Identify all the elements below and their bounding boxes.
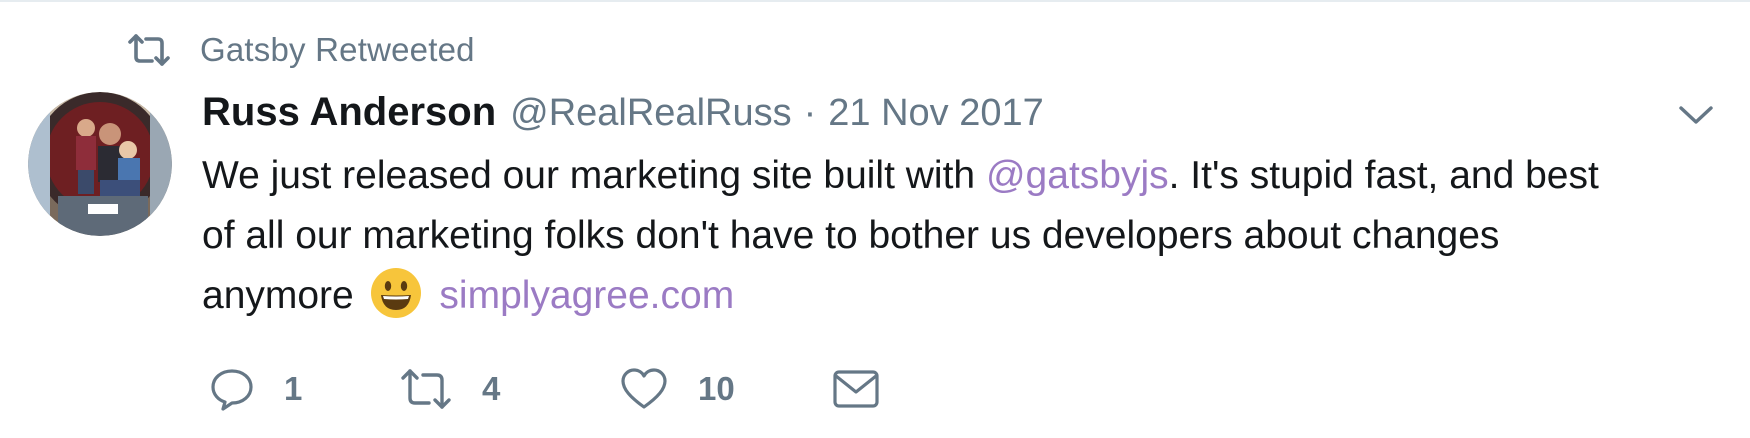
tweet-text-line: of all our marketing folks don't have to… xyxy=(202,214,1500,257)
chevron-down-icon[interactable] xyxy=(1676,100,1716,130)
retweeted-by-label[interactable]: Gatsby Retweeted xyxy=(200,31,475,69)
reply-count: 1 xyxy=(284,370,303,407)
mention-link[interactable]: @gatsbyjs xyxy=(986,154,1169,197)
reply-icon xyxy=(210,367,254,411)
separator: · xyxy=(803,92,817,134)
tweet-header: Russ Anderson @RealRealRuss · 21 Nov 201… xyxy=(202,90,1044,140)
author-username[interactable]: @RealRealRuss xyxy=(510,92,791,135)
retweet-icon xyxy=(128,33,170,67)
tweet-text-line: We just released our marketing site buil… xyxy=(202,146,1722,206)
reply-button[interactable]: 1 xyxy=(210,362,302,416)
like-count: 10 xyxy=(698,370,735,407)
retweet-count: 4 xyxy=(482,370,501,407)
heart-icon xyxy=(620,367,668,411)
author-fullname[interactable]: Russ Anderson xyxy=(202,90,496,135)
avatar[interactable] xyxy=(28,92,172,236)
tweet[interactable]: Gatsby Retweeted Russ Anderson @RealReal… xyxy=(0,0,1750,438)
tweet-text-segment: . It's stupid fast, and best xyxy=(1168,154,1599,197)
like-button[interactable]: 10 xyxy=(620,362,735,416)
direct-message-button[interactable] xyxy=(832,362,880,416)
envelope-icon xyxy=(832,368,880,410)
tweet-text-segment: anymore xyxy=(202,274,354,317)
retweet-context: Gatsby Retweeted xyxy=(128,30,475,70)
tweet-text-segment: We just released our marketing site buil… xyxy=(202,154,986,197)
tweet-text-line: anymore simplyagree.com xyxy=(202,266,1722,326)
url-link[interactable]: simplyagree.com xyxy=(439,274,734,317)
tweet-timestamp[interactable]: 21 Nov 2017 xyxy=(828,92,1044,135)
retweet-icon xyxy=(400,367,452,411)
retweet-button[interactable]: 4 xyxy=(400,362,500,416)
smiley-emoji-icon xyxy=(369,266,423,320)
tweet-text: We just released our marketing site buil… xyxy=(202,146,1722,326)
